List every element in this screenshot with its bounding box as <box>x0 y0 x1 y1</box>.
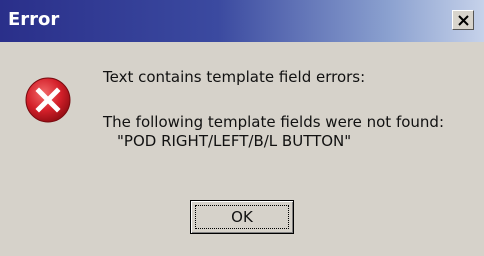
close-icon <box>458 15 469 26</box>
message-line-3: "POD RIGHT/LEFT/B/L BUTTON" <box>117 132 352 150</box>
error-dialog: Error Text contains template field error… <box>0 0 484 256</box>
error-message: Text contains template field errors: The… <box>103 68 444 163</box>
close-button[interactable] <box>452 10 474 30</box>
ok-button[interactable]: OK <box>190 200 294 234</box>
error-icon <box>25 77 71 123</box>
title-bar[interactable]: Error <box>0 0 484 42</box>
message-line-2: The following template fields were not f… <box>103 113 445 131</box>
window-title: Error <box>8 9 60 30</box>
message-line-1: Text contains template field errors: <box>103 68 366 86</box>
ok-button-label: OK <box>231 208 253 226</box>
